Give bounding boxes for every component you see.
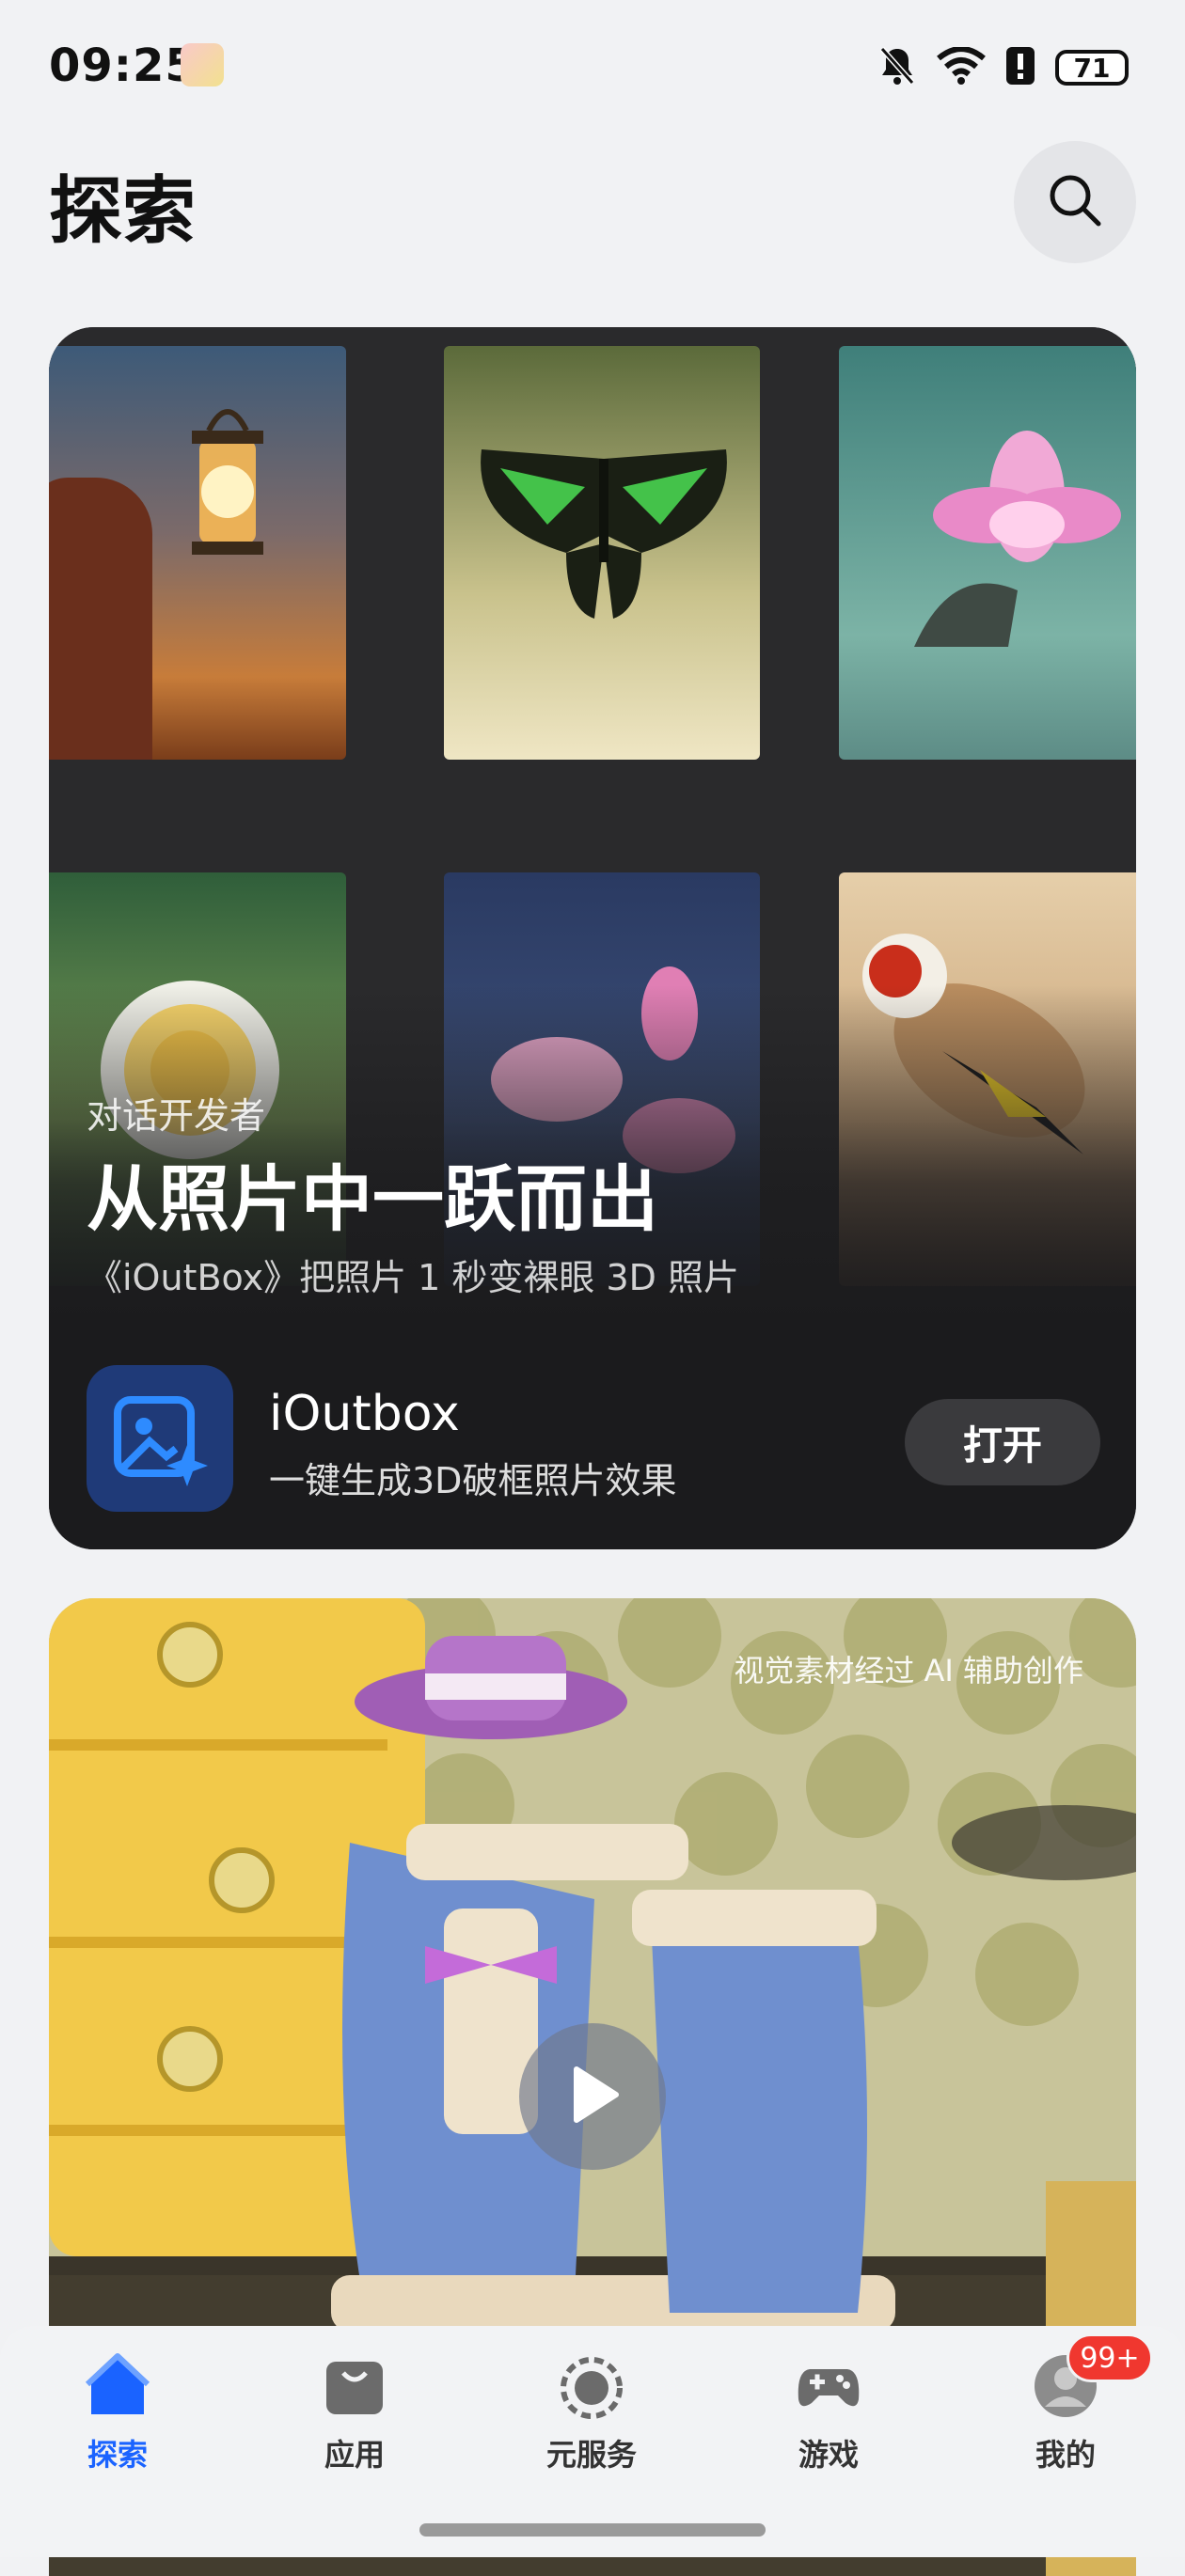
ioutbox-app-icon[interactable] [87,1365,233,1512]
battery-indicator: 71 [1055,50,1129,86]
wifi-icon [937,46,986,88]
search-icon [1045,170,1105,234]
status-icons: 71 [878,45,1129,90]
apps-icon [321,2352,388,2420]
play-button[interactable] [519,2023,666,2170]
open-app-button[interactable]: 打开 [905,1399,1100,1485]
gamepad-icon [795,2352,862,2420]
lotus-fish-photo [839,346,1136,760]
tab-games[interactable]: 游戏 [744,2343,913,2484]
tab-label: 应用 [324,2437,385,2473]
ai-disclaimer: 视觉素材经过 AI 辅助创作 [734,1653,1083,1689]
home-indicator[interactable] [419,2523,766,2537]
notification-badge: 99+ [1066,2333,1153,2382]
explore-icon [84,2352,151,2420]
alert-icon [1006,47,1035,88]
mute-bell-icon [878,45,916,90]
tab-apps[interactable]: 应用 [270,2343,439,2484]
notification-app-icon [181,43,224,86]
card-headline: 从照片中一跃而出 [87,1157,658,1241]
card-eyebrow: 对话开发者 [87,1095,266,1137]
lantern-photo [49,346,346,760]
tab-explore[interactable]: 探索 [33,2343,202,2484]
page-title: 探索 [49,169,197,254]
tab-atomic-services[interactable]: 元服务 [507,2343,676,2484]
tab-label: 游戏 [798,2437,859,2473]
play-icon [560,2062,625,2131]
app-description: 一键生成3D破框照片效果 [269,1460,677,1501]
atomic-services-icon [558,2352,625,2420]
app-name: iOutbox [269,1386,460,1442]
tab-label: 我的 [1035,2437,1096,2473]
card-subline: 《iOutBox》把照片 1 秒变裸眼 3D 照片 [87,1257,740,1298]
status-time: 09:25 [49,39,198,92]
butterfly-photo [444,346,760,760]
status-bar: 09:25 71 [0,0,1185,141]
feature-card[interactable]: 对话开发者 从照片中一跃而出 《iOutBox》把照片 1 秒变裸眼 3D 照片… [49,327,1136,1549]
tab-label: 探索 [87,2437,148,2473]
tab-label: 元服务 [545,2437,637,2473]
search-button[interactable] [1014,141,1136,263]
